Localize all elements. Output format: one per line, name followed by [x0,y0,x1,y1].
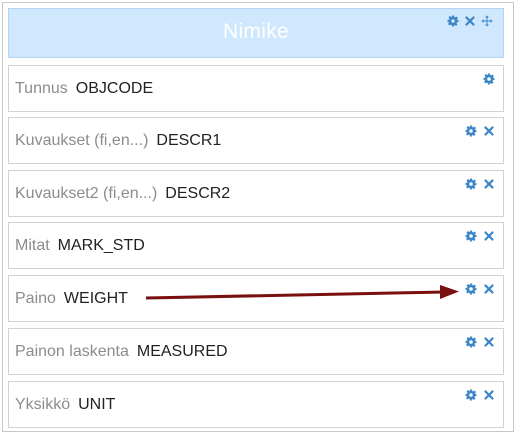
gear-icon[interactable] [464,282,477,295]
gear-icon[interactable] [464,229,477,242]
gear-icon[interactable] [464,177,477,190]
field-label: Mitat [15,237,50,254]
close-icon[interactable] [463,14,476,27]
close-icon[interactable] [482,282,495,295]
gear-icon[interactable] [446,14,459,27]
field-value: WEIGHT [63,290,128,307]
section-header[interactable]: Nimike [8,8,504,58]
close-icon[interactable] [482,229,495,242]
close-icon[interactable] [482,177,495,190]
gear-icon[interactable] [464,388,477,401]
field-row-kuvaukset[interactable]: Kuvaukset (fi,en...) DESCR1 [8,117,504,164]
gear-icon[interactable] [464,124,477,137]
field-value: DESCR1 [156,132,222,149]
field-row-kuvaukset2[interactable]: Kuvaukset2 (fi,en...) DESCR2 [8,170,504,217]
field-label: Paino [15,290,56,307]
field-label: Kuvaukset (fi,en...) [15,132,149,149]
field-label: Tunnus [15,80,68,97]
field-row-painon-laskenta[interactable]: Painon laskenta MEASURED [8,328,504,375]
field-label: Kuvaukset2 (fi,en...) [15,185,158,202]
field-value: MARK_STD [57,237,145,254]
field-row-yksikko[interactable]: Yksikkö UNIT [8,381,504,428]
field-value: MEASURED [136,343,228,360]
close-icon[interactable] [482,335,495,348]
section-title: Nimike [223,20,289,43]
move-icon[interactable] [480,14,493,27]
gear-icon[interactable] [464,335,477,348]
close-icon[interactable] [482,388,495,401]
field-value: OBJCODE [75,80,154,97]
field-row-mitat[interactable]: Mitat MARK_STD [8,222,504,269]
field-value: UNIT [78,396,116,413]
field-value: DESCR2 [165,185,231,202]
close-icon[interactable] [482,124,495,137]
field-label: Yksikkö [15,396,71,413]
field-label: Painon laskenta [15,343,129,360]
field-row-paino[interactable]: Paino WEIGHT [8,275,504,322]
gear-icon[interactable] [482,72,495,85]
field-row-tunnus[interactable]: Tunnus OBJCODE [8,65,504,112]
